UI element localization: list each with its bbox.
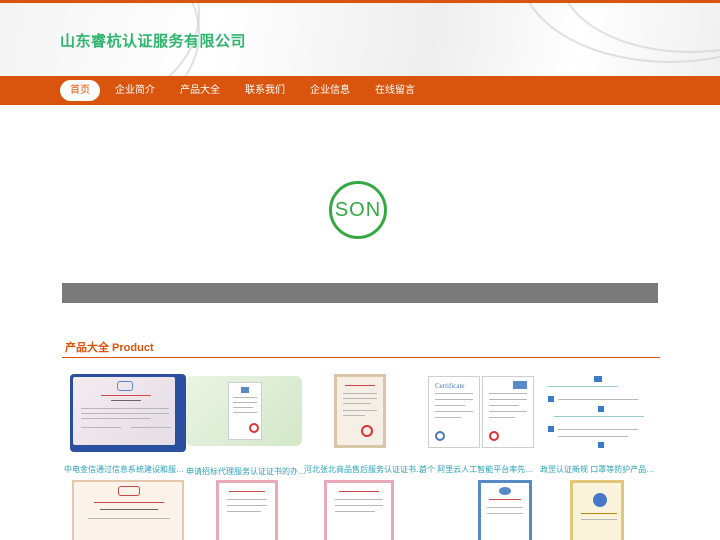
product-image[interactable] [324,480,440,540]
product-image[interactable] [216,480,332,540]
main-nav-bar: 首页 企业简介 产品大全 联系我们 企业信息 在线留言 [0,76,720,105]
product-image[interactable] [570,480,686,540]
son-logo-text: SON [334,199,382,221]
nav-item-info[interactable]: 企业信息 [300,80,360,101]
product-caption[interactable]: 中电金信通过信息系统建设和服务... [64,464,184,475]
product-caption[interactable]: 政罡认证新规 口罩等防护产品除... [540,464,660,475]
site-header: 山东睿杭认证服务有限公司 [0,3,720,76]
section-header: 产品大全 Product [62,338,660,358]
son-logo: SON [329,181,387,239]
banner-gray-bar [62,283,658,303]
product-image[interactable] [540,374,656,452]
nav-item-home[interactable]: 首页 [60,80,100,101]
product-image[interactable] [70,374,186,452]
section-title: 产品大全 Product [65,342,154,354]
nav-item-contact[interactable]: 联系我们 [235,80,295,101]
product-caption[interactable]: 首个 阿里云人工智能平台率先通... [419,464,539,475]
nav-item-products[interactable]: 产品大全 [170,80,230,101]
product-image[interactable]: Certificate [422,374,538,452]
product-caption[interactable]: 申请招标代理服务认证证书的办理... [186,466,306,477]
product-caption[interactable]: 河北张北商品售后服务认证证书代办 [304,464,424,475]
product-image[interactable] [70,480,186,540]
product-image[interactable] [304,374,420,452]
product-image[interactable] [186,376,302,446]
nav-item-about[interactable]: 企业简介 [105,80,165,101]
site-title[interactable]: 山东睿杭认证服务有限公司 [60,30,246,51]
nav-item-message[interactable]: 在线留言 [365,80,425,101]
main-nav: 首页 企业简介 产品大全 联系我们 企业信息 在线留言 [60,80,430,101]
banner: SON [0,105,720,283]
